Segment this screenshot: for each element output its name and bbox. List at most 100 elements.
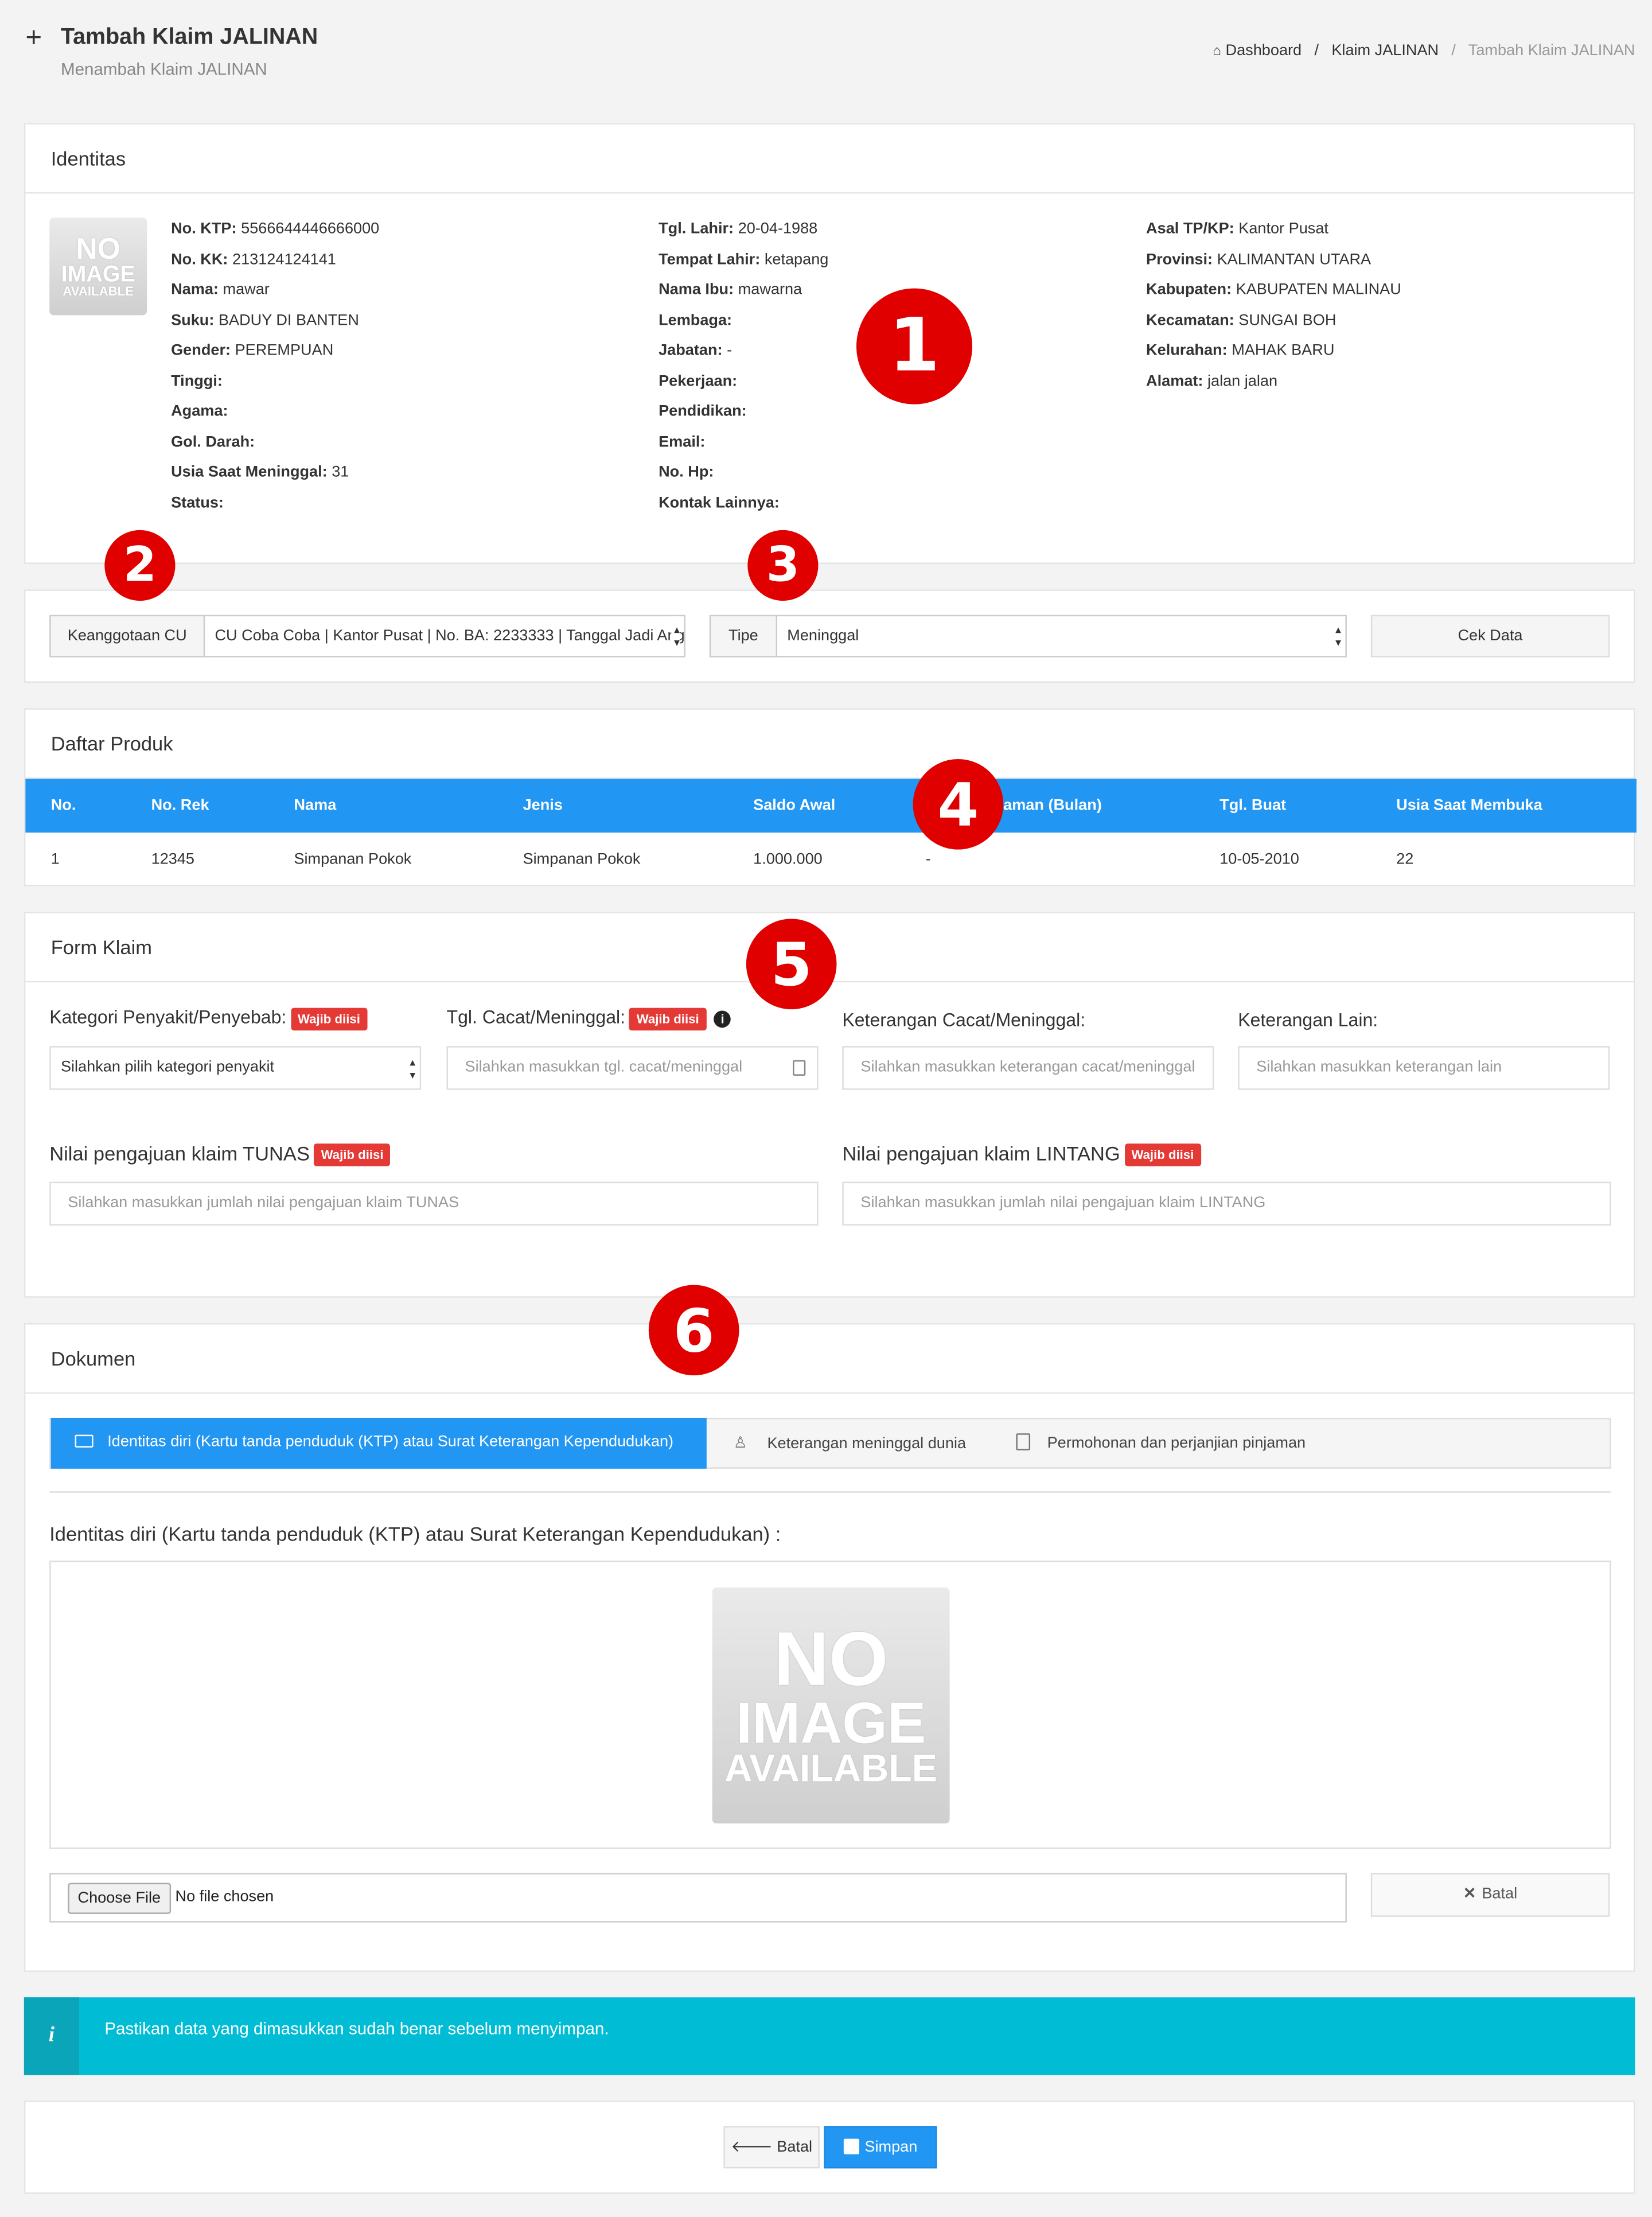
tab-permohonan[interactable]: Permohonan dan perjanjian pinjaman xyxy=(1016,1419,1306,1469)
table-cell: 10-05-2010 xyxy=(1219,851,1299,868)
identitas-panel: Identitas NO IMAGE AVAILABLE No. KTP: 55… xyxy=(24,123,1635,565)
table-cell: 22 xyxy=(1396,851,1414,868)
info-row: Nama: mawar xyxy=(171,275,379,306)
produk-table-header: No. No. Rek Nama Jenis Saldo Awal Lama P… xyxy=(25,779,1637,833)
tunas-input[interactable]: Silahkan masukkan jumlah nilai pengajuan… xyxy=(49,1181,819,1226)
select-arrows-icon: ▴ ▾ xyxy=(671,616,680,656)
close-icon: ✕ xyxy=(1463,1885,1476,1903)
choose-file-button[interactable]: Choose File xyxy=(68,1882,171,1914)
table-cell: Simpanan Pokok xyxy=(294,851,412,868)
tipe-label: Tipe xyxy=(709,614,778,658)
dokumen-panel: Dokumen Identitas diri (Kartu tanda pend… xyxy=(24,1323,1635,1972)
id-card-icon xyxy=(75,1434,93,1447)
dokumen-tabs: Identitas diri (Kartu tanda penduduk (KT… xyxy=(49,1418,1611,1469)
info-icon[interactable]: i xyxy=(714,1010,731,1028)
callout-badge: 1 xyxy=(856,288,973,404)
batal-button[interactable]: 🡐 Batal xyxy=(723,2126,820,2169)
info-row: Usia Saat Meninggal: 31 xyxy=(171,458,379,488)
info-row: Gender: PEREMPUAN xyxy=(171,336,379,367)
info-row: Status: xyxy=(171,488,379,519)
arrow-left-icon: 🡐 xyxy=(731,2138,773,2156)
info-label: Gender: xyxy=(171,342,231,359)
info-row: Lembaga: xyxy=(659,306,828,336)
tab-identitas[interactable]: Identitas diri (Kartu tanda penduduk (KT… xyxy=(50,1418,707,1469)
tgl-input[interactable]: Silahkan masukkan tgl. cacat/meninggal xyxy=(446,1046,819,1090)
required-badge: Wajib diisi xyxy=(290,1007,368,1030)
info-row: No. KTP: 5566644446666000 xyxy=(171,215,379,245)
simpan-button[interactable]: Simpan xyxy=(824,2126,937,2169)
callout-badge: 5 xyxy=(746,919,837,1010)
profile-photo-placeholder: NO IMAGE AVAILABLE xyxy=(49,217,147,316)
info-label: Gol. Darah: xyxy=(171,433,255,450)
info-value: jalan jalan xyxy=(1207,372,1278,390)
cek-data-button[interactable]: Cek Data xyxy=(1370,614,1610,658)
info-row: Tinggi: xyxy=(171,367,379,397)
batal-upload-button[interactable]: ✕ Batal xyxy=(1370,1873,1610,1917)
tipe-select[interactable]: Meninggal ▴ ▾ xyxy=(776,614,1347,658)
file-input[interactable]: Choose File No file chosen xyxy=(49,1873,1347,1923)
info-label: Jabatan: xyxy=(659,342,723,359)
info-row: Suku: BADUY DI BANTEN xyxy=(171,306,379,336)
table-row[interactable]: 1 12345 Simpanan Pokok Simpanan Pokok 1.… xyxy=(25,833,1637,886)
column-header: No. xyxy=(50,797,76,815)
info-label: Status: xyxy=(171,494,224,511)
info-value: - xyxy=(727,342,733,359)
table-cell: 1.000.000 xyxy=(753,851,823,868)
column-header: Nama xyxy=(294,797,337,815)
clipboard-icon xyxy=(1016,1433,1031,1450)
column-header: Saldo Awal xyxy=(753,797,836,815)
dokumen-title: Dokumen xyxy=(25,1324,1634,1394)
lintang-input[interactable]: Silahkan masukkan jumlah nilai pengajuan… xyxy=(842,1181,1611,1226)
column-header: Tgl. Buat xyxy=(1219,797,1287,815)
info-label: Tgl. Lahir: xyxy=(659,220,734,238)
ket-input[interactable]: Silahkan masukkan keterangan cacat/menin… xyxy=(842,1046,1214,1090)
info-label: Agama: xyxy=(171,403,228,420)
info-label: Alamat: xyxy=(1146,372,1203,390)
info-row: No. Hp: xyxy=(659,458,828,488)
identitas-col-detail: Tgl. Lahir: 20-04-1988 Tempat Lahir: keta… xyxy=(659,215,828,519)
table-cell: 1 xyxy=(50,851,60,868)
info-value: SUNGAI BOH xyxy=(1238,312,1337,329)
filter-panel: Keanggotaan CU CU Coba Coba | Kantor Pus… xyxy=(24,589,1635,683)
info-label: Lembaga: xyxy=(659,312,733,329)
info-label: Kelurahan: xyxy=(1146,342,1228,359)
info-label: Kabupaten: xyxy=(1146,281,1232,298)
info-row: Kecamatan: SUNGAI BOH xyxy=(1146,306,1401,336)
callout-badge: 2 xyxy=(104,530,176,601)
produk-panel: Daftar Produk No. No. Rek Nama Jenis Sal… xyxy=(24,708,1637,886)
ketlain-label: Keterangan Lain: xyxy=(1238,1009,1378,1031)
info-label: Tinggi: xyxy=(171,372,223,390)
footer-panel: 🡐 Batal Simpan xyxy=(24,2101,1635,2194)
tunas-label: Nilai pengajuan klaim TUNAS Wajib diisi xyxy=(49,1142,391,1167)
info-value: BADUY DI BANTEN xyxy=(218,312,359,329)
dokumen-section-label: Identitas diri (Kartu tanda penduduk (KT… xyxy=(49,1522,781,1545)
page-title: Tambah Klaim JALINAN xyxy=(60,25,318,50)
tab-keterangan-meninggal[interactable]: ♙ Keterangan meninggal dunia xyxy=(734,1419,966,1469)
kategori-select[interactable]: Silahkan pilih kategori penyakit ▴ ▾ xyxy=(49,1046,422,1090)
breadcrumb-dashboard[interactable]: Dashboard xyxy=(1226,42,1302,60)
keanggotaan-select[interactable]: CU Coba Coba | Kantor Pusat | No. BA: 22… xyxy=(203,614,685,658)
info-value: PEREMPUAN xyxy=(235,342,334,359)
produk-title: Daftar Produk xyxy=(25,710,1634,779)
callout-badge: 4 xyxy=(913,759,1004,850)
kategori-label: Kategori Penyakit/Penyebab: Wajib diisi xyxy=(49,1006,368,1030)
info-row: Kontak Lainnya: xyxy=(659,488,828,519)
callout-badge: 6 xyxy=(648,1285,739,1376)
no-file-text: No file chosen xyxy=(175,1888,274,1906)
callout-badge: 3 xyxy=(747,530,819,601)
ketlain-input[interactable]: Silahkan masukkan keterangan lain xyxy=(1238,1046,1610,1090)
info-label: Email: xyxy=(659,433,706,450)
info-label: Usia Saat Meninggal: xyxy=(171,464,328,481)
info-label: No. KTP: xyxy=(171,220,237,238)
tab-divider xyxy=(49,1491,1611,1493)
info-row: Pendidikan: xyxy=(659,397,828,427)
info-label: Pendidikan: xyxy=(659,403,747,420)
breadcrumb: ⌂ Dashboard / Klaim JALINAN / Tambah Kla… xyxy=(1213,42,1635,60)
info-label: Tempat Lahir: xyxy=(659,251,761,268)
plus-icon: + xyxy=(25,22,42,54)
info-label: No. Hp: xyxy=(659,464,714,481)
info-value: mawarna xyxy=(738,281,802,298)
calendar-icon[interactable] xyxy=(793,1060,806,1076)
breadcrumb-klaim[interactable]: Klaim JALINAN xyxy=(1331,42,1439,60)
info-row: Kelurahan: MAHAK BARU xyxy=(1146,336,1401,367)
